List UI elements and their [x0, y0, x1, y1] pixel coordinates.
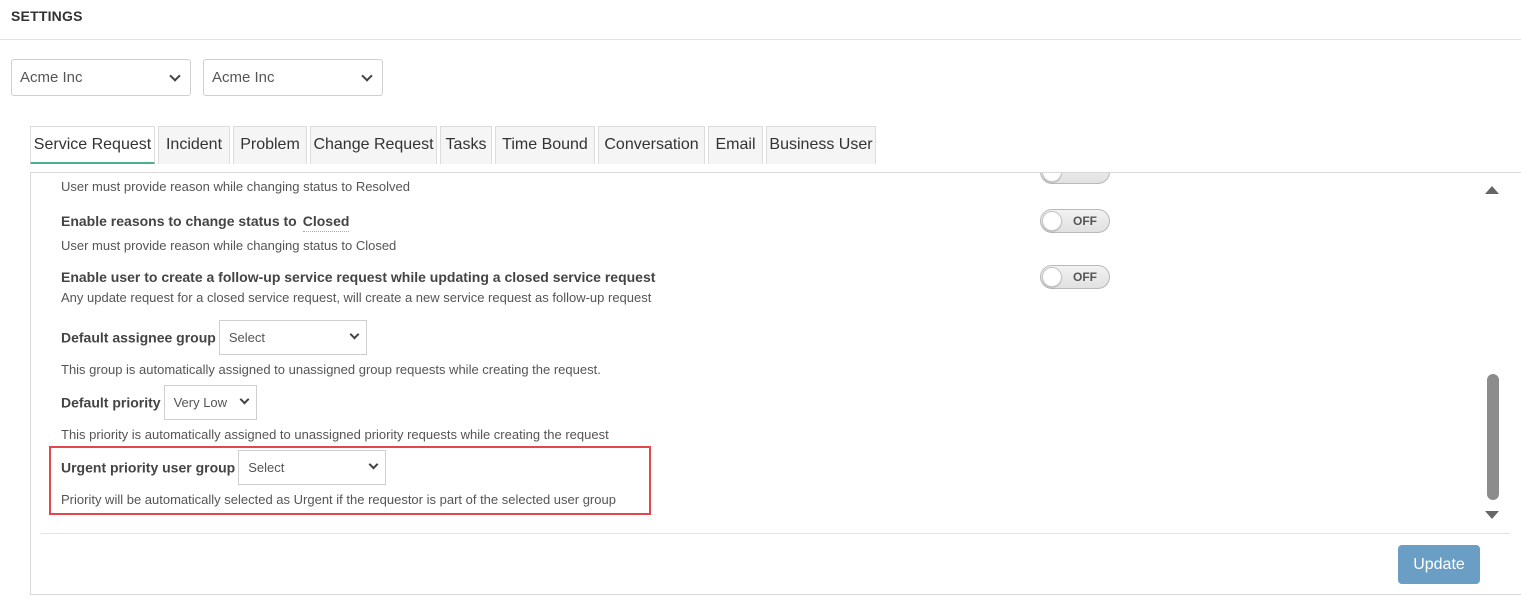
toggle-knob	[1042, 211, 1062, 231]
tab-business-user[interactable]: Business User	[766, 126, 876, 164]
tab-conversation[interactable]: Conversation	[598, 126, 705, 164]
toggle-knob	[1042, 267, 1062, 287]
tab-time-bound[interactable]: Time Bound	[495, 126, 595, 164]
tab-problem[interactable]: Problem	[233, 126, 307, 164]
closed-reason-setting: Enable reasons to change status to Closed…	[61, 213, 396, 253]
closed-reason-toggle[interactable]: OFF	[1040, 209, 1110, 233]
urgent-priority-group-select[interactable]: Select	[238, 450, 387, 485]
chevron-down-icon	[349, 329, 360, 340]
tab-service-request[interactable]: Service Request	[30, 126, 155, 164]
tab-incident[interactable]: Incident	[158, 126, 230, 164]
tab-change-request[interactable]: Change Request	[310, 126, 437, 164]
chevron-down-icon	[239, 394, 250, 405]
urgent-priority-group-desc: Priority will be automatically selected …	[61, 492, 616, 507]
toggle-knob	[1042, 173, 1062, 182]
account-select[interactable]: Acme Inc	[11, 59, 191, 96]
urgent-priority-group-setting: Urgent priority user group Select Priorit…	[61, 450, 616, 507]
follow-up-title: Enable user to create a follow-up servic…	[61, 269, 656, 285]
follow-up-toggle[interactable]: OFF	[1040, 265, 1110, 289]
account-select-value: Acme Inc	[20, 69, 83, 86]
default-priority-select[interactable]: Very Low	[163, 385, 257, 420]
footer-divider	[41, 533, 1510, 534]
toggle-state: OFF	[1073, 214, 1097, 228]
resolved-reason-toggle[interactable]	[1040, 173, 1110, 184]
org-select-value: Acme Inc	[212, 69, 275, 86]
follow-up-desc: Any update request for a closed service …	[61, 290, 652, 305]
default-assignee-group-setting: Default assignee group Select This group …	[61, 320, 601, 377]
update-button[interactable]: Update	[1398, 545, 1480, 584]
follow-up-setting: Enable user to create a follow-up servic…	[61, 269, 655, 305]
tab-tasks[interactable]: Tasks	[440, 126, 492, 164]
default-assignee-group-desc: This group is automatically assigned to …	[61, 362, 601, 377]
org-select[interactable]: Acme Inc	[203, 59, 383, 96]
default-priority-desc: This priority is automatically assigned …	[61, 427, 609, 442]
closed-keyword: Closed	[302, 213, 350, 232]
tab-email[interactable]: Email	[708, 126, 763, 164]
chevron-down-icon	[368, 459, 379, 470]
chevron-down-icon	[169, 70, 181, 82]
arrow-down-icon[interactable]	[1485, 511, 1499, 519]
toggle-state: OFF	[1073, 270, 1097, 284]
closed-reason-desc: User must provide reason while changing …	[61, 238, 397, 253]
resolved-reason-desc: User must provide reason while changing …	[61, 179, 411, 194]
default-assignee-group-value: Select	[228, 330, 265, 345]
default-priority-setting: Default priority Very Low This priority i…	[61, 385, 609, 442]
scrollbar-thumb[interactable]	[1487, 374, 1499, 500]
resolved-reason-setting: User must provide reason while changing …	[61, 179, 410, 194]
closed-reason-title: Enable reasons to change status to	[61, 213, 297, 229]
default-assignee-group-select[interactable]: Select	[218, 320, 367, 355]
default-priority-label: Default priority	[61, 394, 161, 411]
urgent-priority-group-label: Urgent priority user group	[61, 459, 236, 476]
default-priority-value: Very Low	[173, 395, 228, 410]
urgent-priority-group-value: Select	[248, 460, 285, 475]
page-header: SETTINGS	[0, 0, 1521, 40]
chevron-down-icon	[361, 70, 373, 82]
default-assignee-group-label: Default assignee group	[61, 329, 216, 346]
settings-panel: User must provide reason while changing …	[30, 172, 1521, 595]
page-title: SETTINGS	[11, 8, 83, 24]
arrow-up-icon[interactable]	[1485, 186, 1499, 194]
